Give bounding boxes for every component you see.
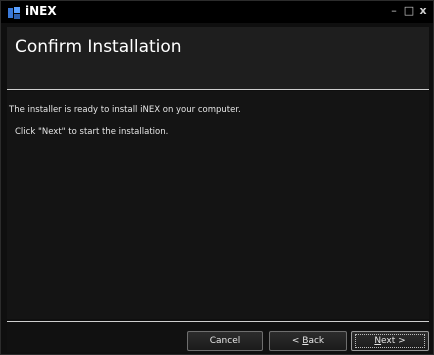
installer-window: iNEX – □ x Confirm Installation The inst… [0,0,434,355]
instruction-message: Click "Next" to start the installation. [15,127,169,137]
close-icon[interactable]: x [416,4,430,18]
maximize-icon[interactable]: □ [402,4,416,18]
back-button-prefix: < [291,336,303,346]
window-title: iNEX [25,4,57,18]
header-panel: Confirm Installation [7,27,429,89]
title-bar: iNEX – □ x [1,1,433,23]
header-divider [7,89,429,90]
ready-message: The installer is ready to install iNEX o… [9,105,241,115]
back-button[interactable]: < Back [269,331,347,351]
minimize-icon[interactable]: – [387,4,401,18]
cancel-button[interactable]: Cancel [187,331,263,351]
app-icon [7,5,21,19]
content-panel: The installer is ready to install iNEX o… [7,91,429,319]
focus-ring [355,334,425,348]
page-title: Confirm Installation [15,37,182,57]
cancel-button-label: Cancel [209,336,241,346]
back-button-rest: ack [308,336,325,346]
next-button[interactable]: Next > [351,331,429,351]
